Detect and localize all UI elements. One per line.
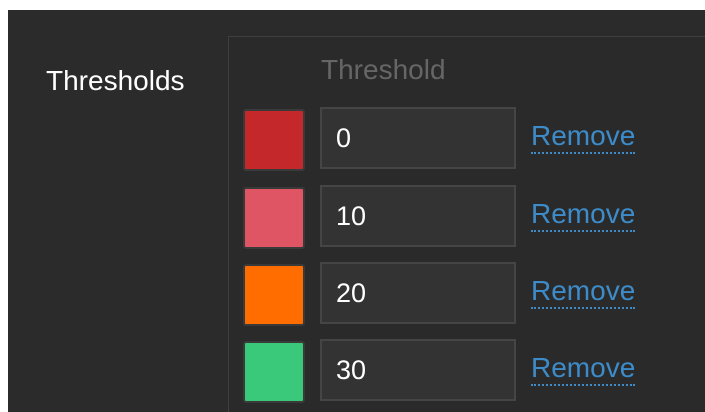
remove-link[interactable]: Remove [531,198,636,232]
color-swatch[interactable] [243,109,305,171]
color-swatch[interactable] [243,187,305,249]
remove-link[interactable]: Remove [531,352,636,386]
threshold-row: Remove [243,185,683,249]
thresholds-editor: Thresholds Threshold Remove Remove Remov… [0,10,705,412]
remove-link[interactable]: Remove [531,275,636,309]
threshold-row: Remove [243,107,683,171]
color-swatch[interactable] [243,341,305,403]
threshold-value-input[interactable] [320,107,516,169]
threshold-column-header: Threshold [321,54,446,85]
thresholds-panel: Threshold Remove Remove Remove Remove [228,36,705,412]
threshold-value-input[interactable] [320,185,516,247]
section-label: Thresholds [46,65,185,96]
left-border [0,10,8,412]
threshold-row: Remove [243,262,683,326]
remove-link[interactable]: Remove [531,120,636,154]
threshold-row: Remove [243,339,683,403]
threshold-value-input[interactable] [320,339,516,401]
threshold-value-input[interactable] [320,262,516,324]
color-swatch[interactable] [243,264,305,326]
